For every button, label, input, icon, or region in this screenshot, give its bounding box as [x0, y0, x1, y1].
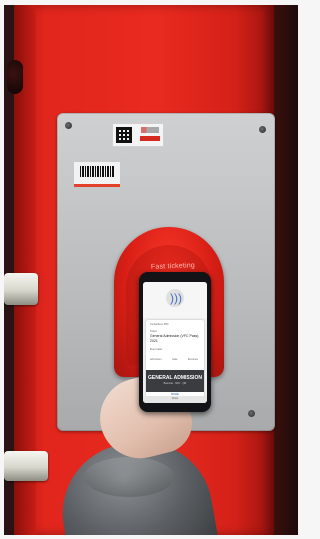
nfc-banner: )))	[143, 282, 207, 318]
door-hole	[7, 60, 23, 94]
ticket-title-line2: 2021	[150, 339, 158, 343]
qr-sticker	[112, 123, 164, 147]
plate-screw	[259, 126, 266, 133]
nfc-icon: )))	[170, 291, 182, 305]
plate-screw	[65, 122, 72, 129]
ticket-header: Contactless PDF	[150, 323, 169, 326]
sticker-logo	[141, 127, 159, 133]
smartphone: ))) Contactless PDF Ticket General Admis…	[139, 272, 211, 412]
barcode-icon	[80, 166, 114, 177]
sticker-red-label	[140, 136, 160, 141]
admission-type: GENERAL ADMISSION	[148, 375, 202, 381]
qr-code-icon	[116, 127, 132, 143]
phone-screen: ))) Contactless PDF Ticket General Admis…	[143, 282, 207, 403]
ticket-event-date: Event date	[150, 348, 162, 351]
door-shadow	[274, 5, 298, 535]
close-button[interactable]: Close	[143, 397, 207, 400]
ticket-label: Ticket	[150, 330, 157, 333]
ticket-entrance: Entrance	[188, 358, 199, 361]
door-bolt	[4, 451, 48, 481]
ticket-gate: Gate	[172, 358, 178, 361]
photo-frame: Fast ticketing ))) Contactless PDF Ticke…	[4, 5, 298, 535]
barcode-sticker	[74, 162, 120, 187]
ticket-admission: Admission	[150, 358, 162, 361]
door-bolt	[4, 273, 38, 305]
sleeve-fold	[84, 457, 174, 497]
admission-subtext: Barcode · NFC · QR	[163, 382, 187, 385]
ticket-card[interactable]: Contactless PDF Ticket General Admission…	[146, 320, 204, 400]
admission-banner: GENERAL ADMISSION Barcode · NFC · QR	[146, 370, 204, 392]
plate-screw	[248, 410, 255, 417]
ticket-title: General Admission (VFC Pass)	[150, 334, 199, 338]
screen-bottom-bar: Close	[143, 396, 207, 403]
